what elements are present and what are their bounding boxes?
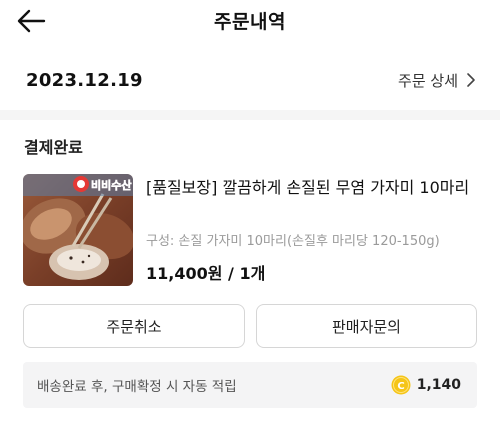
order-date: 2023.12.19 — [26, 69, 143, 91]
payment-status: 결제완료 — [24, 138, 83, 157]
product-brand-text: 비비수산 — [91, 178, 131, 192]
points-message: 배송완료 후, 구매확정 시 자동 적립 — [37, 379, 237, 395]
product-option: 구성: 손질 가자미 10마리(손질후 마리당 120-150g) — [146, 234, 440, 249]
seller-inquiry-button[interactable]: 판매자문의 — [256, 304, 477, 348]
cancel-order-button[interactable]: 주문취소 — [23, 304, 245, 348]
product-name[interactable]: [품질보장] 깔끔하게 손질된 무염 가자미 10마리 — [146, 176, 476, 199]
product-thumbnail[interactable]: 비비수산 — [23, 174, 133, 286]
points-value: 1,140 — [416, 377, 461, 393]
chevron-right-icon — [467, 73, 475, 87]
coin-icon: C — [391, 375, 411, 395]
page-title: 주문내역 — [214, 11, 286, 33]
product-image: 비비수산 — [23, 174, 133, 286]
points-banner: 배송완료 후, 구매확정 시 자동 적립 C 1,140 — [23, 362, 477, 408]
order-detail-label: 주문 상세 — [398, 71, 458, 90]
order-date-row: 2023.12.19 주문 상세 — [26, 64, 478, 96]
coin-symbol: C — [397, 381, 404, 392]
header: 주문내역 — [0, 0, 500, 46]
points-amount: C 1,140 — [391, 375, 461, 395]
section-divider — [0, 110, 500, 120]
order-detail-link[interactable]: 주문 상세 — [398, 70, 478, 91]
product-price: 11,400원 / 1개 — [146, 264, 266, 283]
